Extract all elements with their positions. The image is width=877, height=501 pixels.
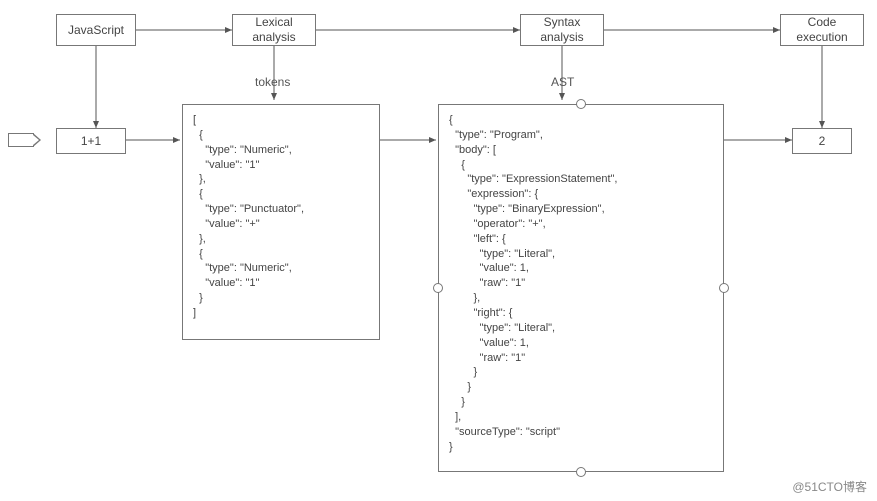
handle-icon xyxy=(576,99,586,109)
handle-icon xyxy=(719,283,729,293)
label-ast: AST xyxy=(551,75,574,89)
tokens-code-block: [ { "type": "Numeric", "value": "1" }, {… xyxy=(182,104,380,340)
stage-lexical-analysis: Lexical analysis xyxy=(232,14,316,46)
diagram-canvas: JavaScript Lexical analysis Syntax analy… xyxy=(0,0,877,501)
label-tokens: tokens xyxy=(255,75,290,89)
handle-icon xyxy=(576,467,586,477)
ast-code-block: { "type": "Program", "body": [ { "type":… xyxy=(438,104,724,472)
stage-syntax-analysis: Syntax analysis xyxy=(520,14,604,46)
stage-javascript: JavaScript xyxy=(56,14,136,46)
stage-code-execution: Code execution xyxy=(780,14,864,46)
input-box: 1+1 xyxy=(56,128,126,154)
entry-arrow-icon xyxy=(8,133,34,147)
handle-icon xyxy=(433,283,443,293)
watermark-text: @51CTO博客 xyxy=(792,478,867,495)
output-box: 2 xyxy=(792,128,852,154)
